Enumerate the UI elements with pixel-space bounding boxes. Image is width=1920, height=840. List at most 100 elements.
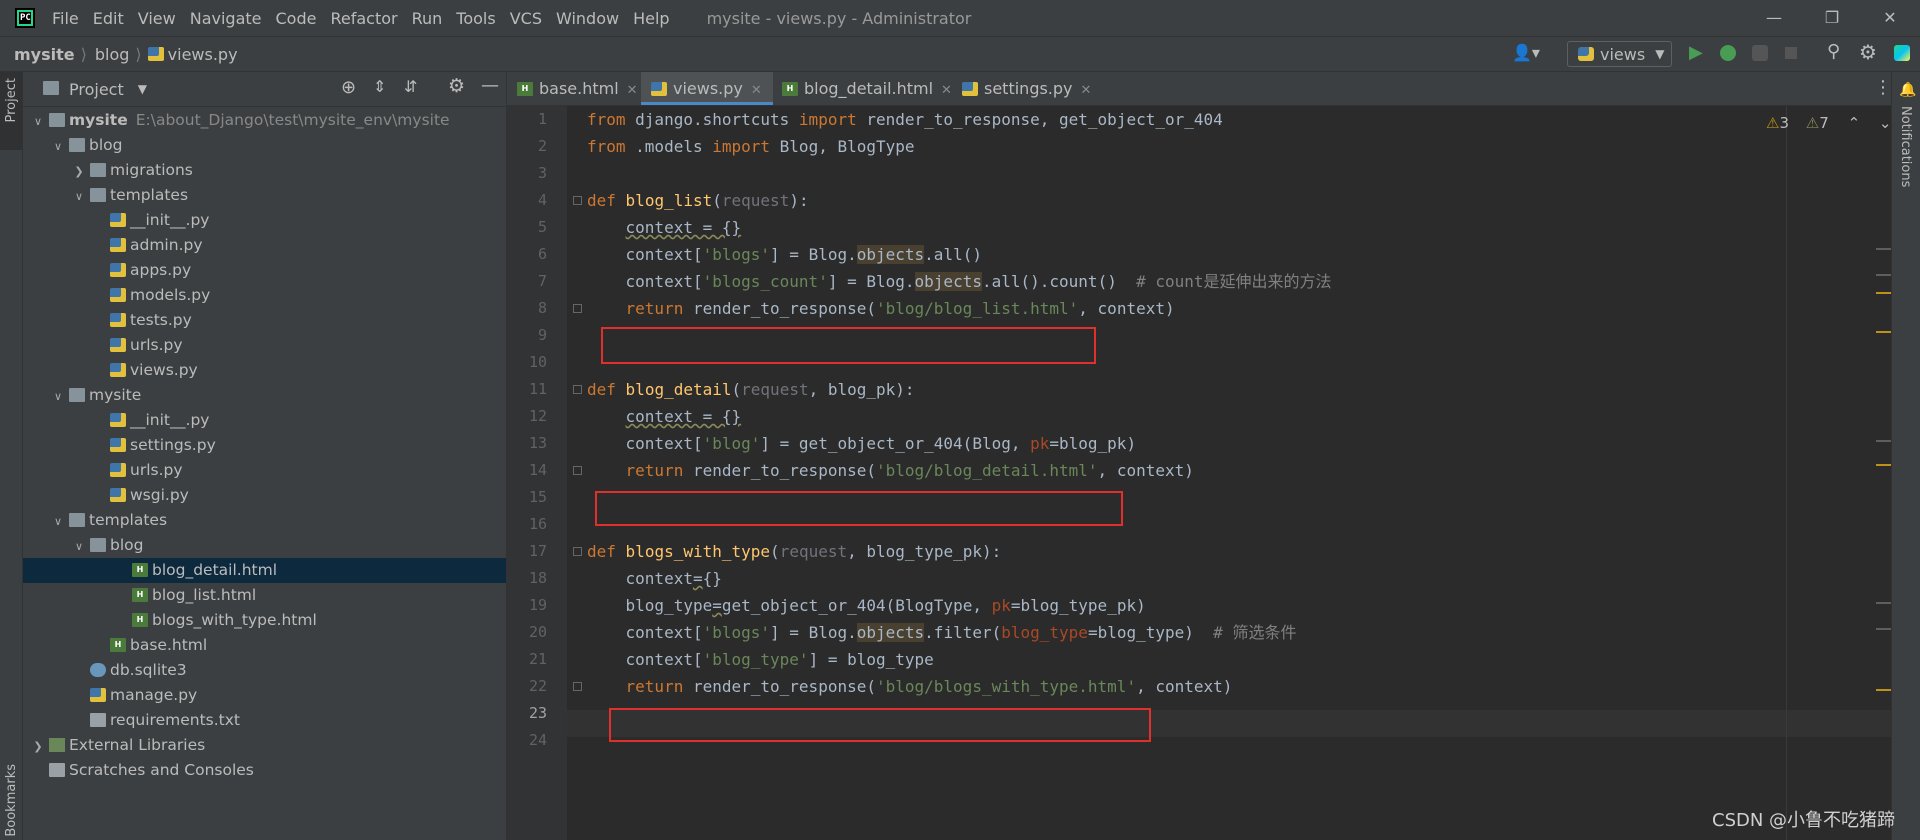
code-editor[interactable]: 1 2 3 4 5 6 7 8 9 10 11 12 13 14 15 16 17 18 19 20 21 22 23 24 … — [507, 106, 1892, 840]
tree-item[interactable]: Scratches and Consoles — [23, 758, 506, 783]
collapse-all-icon[interactable]: ⇵ — [404, 77, 417, 96]
fold-marker-icon[interactable] — [573, 547, 582, 556]
tree-item[interactable]: models.py — [23, 283, 506, 308]
scroll-marker[interactable] — [1876, 331, 1891, 333]
tree-item[interactable]: ∨ templates — [23, 508, 506, 533]
tree-item[interactable]: Hblogs_with_type.html — [23, 608, 506, 633]
restore-icon[interactable]: ❐ — [1804, 0, 1860, 36]
notifications-tool-button[interactable]: Notifications — [1898, 106, 1913, 187]
fold-marker-icon[interactable] — [573, 385, 582, 394]
menu-view[interactable]: View — [138, 9, 176, 28]
chevron-down-icon[interactable]: ▼ — [138, 82, 147, 96]
jetbrains-icon[interactable] — [1894, 45, 1910, 61]
tree-item[interactable]: Hblog_detail.html — [23, 558, 506, 583]
tree-item[interactable]: ∨ templates — [23, 183, 506, 208]
scroll-marker[interactable] — [1876, 602, 1891, 604]
tree-item[interactable]: ∨ blog — [23, 133, 506, 158]
menu-vcs[interactable]: VCS — [510, 9, 542, 28]
tree-item[interactable]: requirements.txt — [23, 708, 506, 733]
chevron-right-icon[interactable]: ❯ — [72, 159, 86, 184]
hide-panel-icon[interactable]: — — [481, 75, 499, 96]
chevron-down-icon[interactable]: ∨ — [72, 184, 86, 209]
menu-file[interactable]: File — [52, 9, 79, 28]
fold-marker-icon[interactable] — [573, 682, 582, 691]
tree-item[interactable]: wsgi.py — [23, 483, 506, 508]
menu-code[interactable]: Code — [276, 9, 317, 28]
minimize-icon[interactable]: — — [1746, 0, 1802, 36]
scroll-marker[interactable] — [1876, 464, 1891, 466]
project-tool-button[interactable]: Project — [0, 72, 22, 150]
tree-item[interactable]: __init__.py — [23, 208, 506, 233]
chevron-down-icon[interactable]: ∨ — [51, 509, 65, 534]
coverage-icon[interactable] — [1752, 45, 1768, 61]
scroll-marker[interactable] — [1876, 628, 1891, 630]
chevron-down-icon[interactable]: ∨ — [72, 534, 86, 559]
tree-item[interactable]: ∨ mysite E:\about_Django\test\mysite_env\m… — [23, 108, 506, 133]
tree-item[interactable]: urls.py — [23, 333, 506, 358]
close-icon[interactable]: ✕ — [1081, 83, 1092, 98]
bell-icon[interactable]: 🔔 — [1899, 82, 1916, 98]
scroll-marker[interactable] — [1876, 292, 1891, 294]
tree-item[interactable]: ❯ External Libraries — [23, 733, 506, 758]
tree-item[interactable]: ∨ blog — [23, 533, 506, 558]
menu-tools[interactable]: Tools — [456, 9, 495, 28]
scroll-marker[interactable] — [1876, 689, 1891, 691]
more-tabs-icon[interactable]: ⋮ — [1874, 77, 1892, 98]
inspection-widget[interactable]: ⚠3 ⚠7 ⌃ ⌄ — [1766, 114, 1892, 132]
close-icon[interactable]: ✕ — [627, 83, 638, 98]
chevron-down-icon[interactable]: ∨ — [51, 134, 65, 159]
chevron-down-icon[interactable]: ∨ — [31, 109, 45, 134]
tree-item[interactable]: manage.py — [23, 683, 506, 708]
debug-icon[interactable] — [1720, 45, 1736, 61]
search-icon[interactable]: ⚲ — [1827, 41, 1840, 62]
tree-item[interactable]: settings.py — [23, 433, 506, 458]
menu-window[interactable]: Window — [556, 9, 619, 28]
bookmarks-tool-button[interactable]: Bookmarks — [4, 764, 19, 837]
breadcrumb-folder[interactable]: blog — [95, 45, 130, 64]
tab-settings-py[interactable]: settings.py ✕ — [962, 72, 1097, 105]
breadcrumb-project[interactable]: mysite — [14, 45, 75, 64]
menu-refactor[interactable]: Refactor — [330, 9, 397, 28]
menu-run[interactable]: Run — [412, 9, 443, 28]
tree-item[interactable]: apps.py — [23, 258, 506, 283]
tab-views-py[interactable]: views.py ✕ — [641, 72, 773, 105]
fold-marker-icon[interactable] — [573, 304, 582, 313]
menu-help[interactable]: Help — [633, 9, 669, 28]
chevron-right-icon[interactable]: ❯ — [31, 734, 45, 759]
menu-edit[interactable]: Edit — [93, 9, 124, 28]
tab-base-html[interactable]: Hbase.html ✕ — [517, 72, 638, 105]
stop-icon[interactable] — [1785, 47, 1797, 59]
settings-icon[interactable]: ⚙ — [1859, 40, 1877, 64]
tree-item[interactable]: tests.py — [23, 308, 506, 333]
tree-item[interactable]: urls.py — [23, 458, 506, 483]
project-panel-title[interactable]: Project — [69, 80, 124, 99]
tree-item[interactable]: Hbase.html — [23, 633, 506, 658]
tree-item[interactable]: views.py — [23, 358, 506, 383]
next-highlight-icon[interactable]: ⌄ — [1879, 114, 1892, 132]
tab-blog-detail-html[interactable]: Hblog_detail.html ✕ — [782, 72, 952, 105]
menu-navigate[interactable]: Navigate — [190, 9, 262, 28]
gear-icon[interactable]: ⚙ — [448, 75, 465, 97]
tree-item[interactable]: __init__.py — [23, 408, 506, 433]
close-window-icon[interactable]: ✕ — [1862, 0, 1918, 36]
run-config-dropdown[interactable]: views ▼ — [1567, 41, 1672, 67]
chevron-down-icon[interactable]: ∨ — [51, 384, 65, 409]
fold-marker-icon[interactable] — [573, 196, 582, 205]
run-icon[interactable]: ▶ — [1689, 42, 1703, 63]
locate-icon[interactable]: ⊕ — [341, 77, 356, 98]
tree-item[interactable]: ∨ mysite — [23, 383, 506, 408]
tree-item[interactable]: admin.py — [23, 233, 506, 258]
previous-highlight-icon[interactable]: ⌃ — [1848, 114, 1861, 132]
tree-item[interactable]: ❯ migrations — [23, 158, 506, 183]
tree-item[interactable]: db.sqlite3 — [23, 658, 506, 683]
tree-item[interactable]: Hblog_list.html — [23, 583, 506, 608]
scroll-marker[interactable] — [1876, 248, 1891, 250]
breadcrumb-file[interactable]: views.py — [147, 45, 238, 64]
close-icon[interactable]: ✕ — [751, 83, 762, 98]
fold-marker-icon[interactable] — [573, 466, 582, 475]
scroll-marker[interactable] — [1876, 440, 1891, 442]
expand-all-icon[interactable]: ⇕ — [373, 77, 386, 96]
close-icon[interactable]: ✕ — [941, 83, 952, 98]
user-icon[interactable]: 👤▾ — [1512, 43, 1540, 62]
scroll-marker[interactable] — [1876, 274, 1891, 276]
